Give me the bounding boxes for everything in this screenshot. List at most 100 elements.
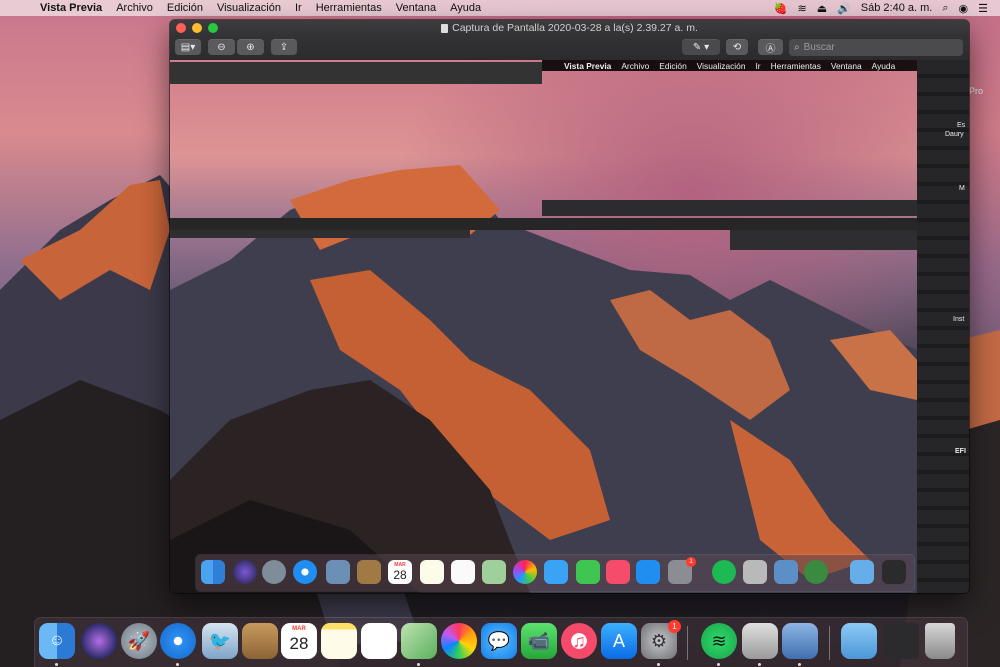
- document-image[interactable]: Vista Previa Archivo Edición Visualizaci…: [170, 60, 917, 593]
- pen-icon: ✎ ▾: [692, 41, 710, 53]
- zoom-out-icon: ⊖: [217, 41, 226, 53]
- search-icon: ⌕: [794, 42, 800, 53]
- menu-archivo[interactable]: Archivo: [116, 2, 153, 14]
- menu-herramientas[interactable]: Herramientas: [316, 2, 382, 14]
- doc-frag-efi: EFI: [955, 448, 966, 455]
- fruit-app-icon[interactable]: 🍓: [774, 2, 788, 15]
- eject-icon[interactable]: ⏏: [817, 2, 827, 15]
- markup-icon: Ⓐ: [765, 43, 776, 55]
- markup-pen-button[interactable]: ✎ ▾: [682, 39, 720, 55]
- window-title: Captura de Pantalla 2020-03-28 a la(s) 2…: [452, 22, 698, 34]
- dock: ☺ 🚀 🐦 MAR 28 💬 📹 ♫ A ⚙ 1 ≋: [35, 618, 967, 667]
- volume-icon[interactable]: 🔊: [837, 2, 851, 15]
- system-preferences-icon[interactable]: ⚙ 1: [641, 620, 681, 659]
- inner-dock: MAR 28 1: [196, 555, 914, 591]
- menu-ir[interactable]: Ir: [295, 2, 302, 14]
- minimize-button[interactable]: [192, 23, 202, 33]
- dock-separator-2: [829, 626, 830, 660]
- menu-ventana[interactable]: Ventana: [396, 2, 436, 14]
- inner-siri-icon: [233, 560, 257, 584]
- messages-icon[interactable]: 💬: [481, 623, 517, 659]
- document-icon: [441, 23, 449, 33]
- calendar-icon[interactable]: MAR 28: [281, 623, 317, 659]
- notes-icon[interactable]: [321, 623, 357, 659]
- inner-menu-ir: Ir: [755, 60, 761, 71]
- inner-app-store-icon: [636, 560, 660, 584]
- inner-finder-icon: [201, 560, 225, 584]
- mail-bird-icon[interactable]: 🐦: [202, 623, 238, 659]
- inner-calendar-icon: MAR 28: [388, 560, 412, 584]
- layers-icon[interactable]: ≋: [797, 2, 806, 15]
- share-button[interactable]: ⇪: [271, 39, 297, 55]
- zoom-in-icon: ⊕: [246, 41, 255, 53]
- downloads-folder-icon[interactable]: [841, 623, 877, 659]
- share-icon: ⇪: [279, 41, 289, 53]
- doc-frag-es: Es: [957, 122, 966, 129]
- close-button[interactable]: [176, 23, 186, 33]
- menu-edicion[interactable]: Edición: [167, 2, 203, 14]
- disk-utility-icon[interactable]: [742, 623, 778, 659]
- inner-preview-icon: [774, 560, 798, 584]
- search-field[interactable]: ⌕ Buscar: [789, 39, 963, 56]
- inner-mail-icon: [326, 560, 350, 584]
- siri-icon[interactable]: ◉: [959, 2, 969, 15]
- calendar-month: MAR: [292, 626, 306, 632]
- inner-menu-herramientas: Herramientas: [770, 60, 821, 71]
- facetime-icon[interactable]: 📹: [521, 623, 557, 659]
- inner-menu-edicion: Edición: [659, 60, 687, 71]
- inner-menu-ayuda: Ayuda: [871, 60, 896, 71]
- reminders-icon[interactable]: [361, 623, 397, 659]
- photos-icon[interactable]: [441, 623, 477, 659]
- search-placeholder: Buscar: [803, 42, 835, 53]
- doc-frag-inst: Inst: [953, 316, 965, 323]
- inner-messages-icon: [544, 560, 568, 584]
- contacts-icon[interactable]: [242, 623, 278, 659]
- spotify-icon[interactable]: ≋: [701, 623, 737, 659]
- inner-spotify-icon: [712, 560, 736, 584]
- menu-visualizacion[interactable]: Visualización: [217, 2, 281, 14]
- inner-terminal-icon: [882, 560, 906, 584]
- zoom-out-button[interactable]: ⊖: [208, 39, 235, 55]
- inner-menu-ventana: Ventana: [830, 60, 862, 71]
- toolbar: ▤▾ ⊖ ⊕ ⇪ ✎ ▾ ⟲ Ⓐ ⌕ Buscar: [170, 36, 969, 61]
- menu-app-name[interactable]: Vista Previa: [40, 2, 102, 14]
- trash-icon[interactable]: [925, 623, 955, 659]
- inner-menu-app-name: Vista Previa: [564, 60, 612, 71]
- spotlight-search-icon[interactable]: ⌕: [942, 2, 948, 15]
- inner-contacts-icon: [357, 560, 381, 584]
- inner-photos-icon: [513, 560, 537, 584]
- zoom-button[interactable]: [208, 23, 218, 33]
- zoom-in-button[interactable]: ⊕: [237, 39, 264, 55]
- inner-globe-icon: [804, 560, 828, 584]
- screenshot-stack-icon[interactable]: [883, 623, 919, 659]
- notification-center-icon[interactable]: ☰: [978, 2, 988, 15]
- menu-bar: Vista Previa Archivo Edición Visualizaci…: [0, 0, 1000, 16]
- doc-frag-daury: Daury: [945, 131, 964, 138]
- app-store-icon[interactable]: A: [601, 623, 637, 659]
- launchpad-icon[interactable]: 🚀: [121, 623, 157, 659]
- markup-toolbar-button[interactable]: Ⓐ: [758, 39, 783, 55]
- siri-dock-icon[interactable]: [81, 623, 117, 659]
- title-bar[interactable]: Captura de Pantalla 2020-03-28 a la(s) 2…: [170, 20, 969, 36]
- itunes-icon[interactable]: ♫: [561, 623, 597, 659]
- finder-icon[interactable]: ☺: [39, 623, 75, 659]
- inner-badge: 1: [686, 557, 696, 567]
- rotate-button[interactable]: ⟲: [726, 39, 748, 55]
- inner-launchpad-icon: [262, 560, 286, 584]
- inner-menu-visualizacion: Visualización: [696, 60, 746, 71]
- maps-icon[interactable]: [401, 623, 437, 659]
- calendar-day: 28: [289, 634, 309, 653]
- inner-disk-icon: [743, 560, 767, 584]
- inner-menu-bar: Vista Previa Archivo Edición Visualizaci…: [542, 60, 917, 71]
- inner-menu-archivo: Archivo: [621, 60, 650, 71]
- sidebar-toggle-button[interactable]: ▤▾: [175, 39, 201, 55]
- preview-window: Captura de Pantalla 2020-03-28 a la(s) 2…: [170, 20, 969, 593]
- clock[interactable]: Sáb 2:40 a. m.: [861, 2, 933, 14]
- safari-icon[interactable]: [160, 623, 196, 659]
- inner-facetime-icon: [576, 560, 600, 584]
- preview-icon[interactable]: [782, 623, 818, 659]
- doc-frag-m: M: [959, 185, 965, 192]
- document-wallpaper: [170, 165, 917, 593]
- inner-reminders-icon: [451, 560, 475, 584]
- menu-ayuda[interactable]: Ayuda: [450, 2, 481, 14]
